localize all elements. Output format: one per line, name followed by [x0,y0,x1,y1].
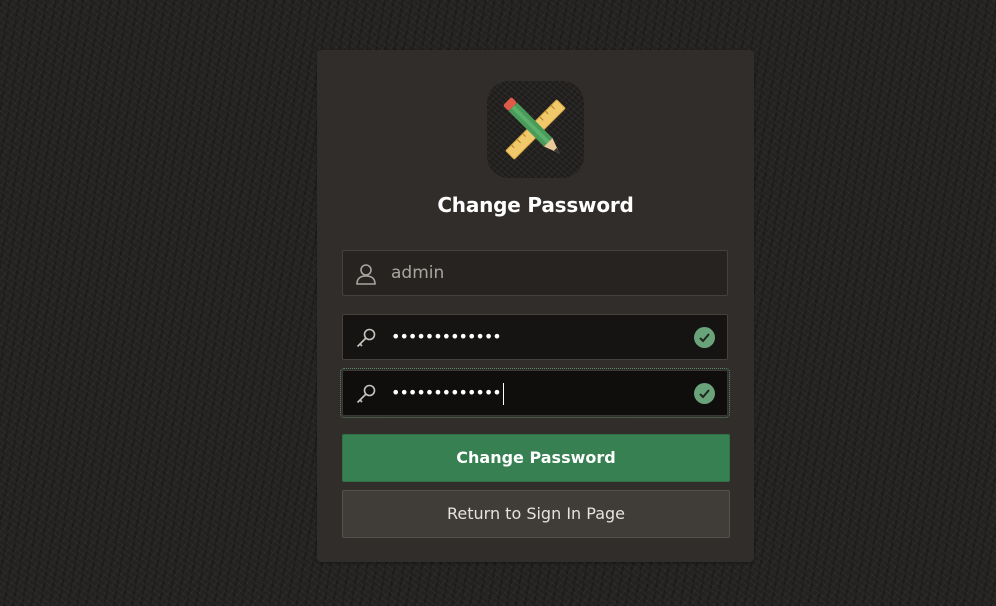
app-logo [487,81,584,178]
key-icon [356,328,376,348]
confirm-password-masked-wrap: ••••••••••••• [391,371,504,415]
text-caret [502,382,504,405]
change-password-button[interactable]: Change Password [342,434,730,482]
page-title: Change Password [437,193,634,217]
new-password-masked: ••••••••••••• [391,327,502,346]
user-icon [356,264,376,285]
username-value: admin [391,263,445,283]
key-icon [356,384,376,404]
confirm-password-field[interactable]: ••••••••••••• [340,368,730,418]
return-to-sign-in-button[interactable]: Return to Sign In Page [342,490,730,538]
ruler-pencil-icon [503,97,566,160]
new-password-field[interactable]: ••••••••••••• [342,314,728,360]
check-circle-icon [694,327,715,348]
username-field[interactable]: admin [342,250,728,296]
confirm-password-masked: ••••••••••••• [391,383,502,402]
check-circle-icon [694,383,715,404]
change-password-card: Change Password admin ••••••••••••• ••••… [317,50,754,562]
